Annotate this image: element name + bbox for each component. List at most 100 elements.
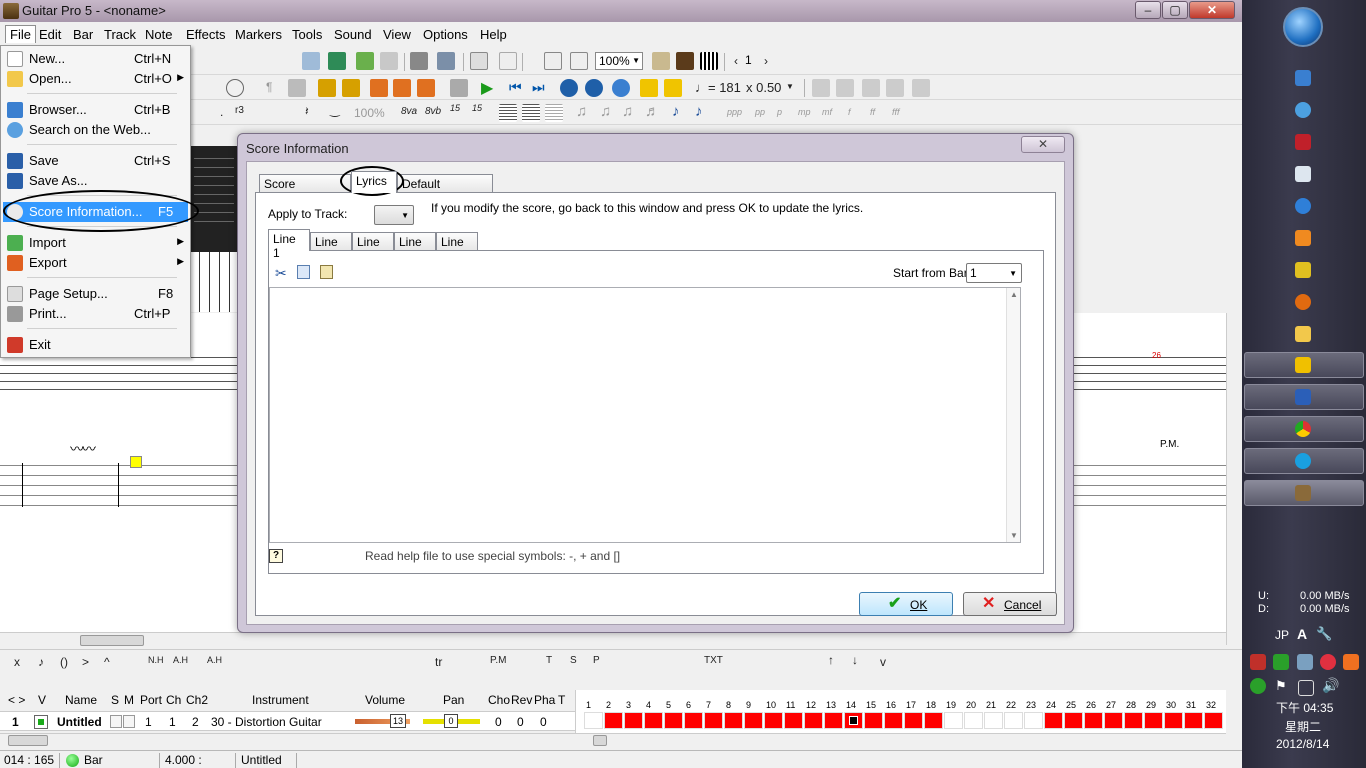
bar-cell[interactable]: [1004, 712, 1023, 729]
folder-icon[interactable]: [1295, 326, 1311, 342]
tray-check-icon[interactable]: [1273, 654, 1289, 670]
tray-tool-icon[interactable]: [1297, 654, 1313, 670]
network-icon[interactable]: [1298, 680, 1314, 696]
gear-icon[interactable]: [437, 52, 455, 70]
bar-cell[interactable]: [1204, 712, 1223, 729]
clock-date[interactable]: 2012/8/14: [1276, 737, 1329, 751]
flag-icon[interactable]: [370, 79, 388, 97]
bar-cell[interactable]: [704, 712, 723, 729]
bar-cell[interactable]: [864, 712, 883, 729]
paw-icon[interactable]: [560, 79, 578, 97]
bar-cell[interactable]: [924, 712, 943, 729]
ime-indicator[interactable]: JP: [1275, 628, 1289, 642]
piano-keys[interactable]: [190, 252, 238, 312]
tapped-harmonic-icon[interactable]: A.H: [207, 655, 222, 665]
score-horizontal-scrollbar[interactable]: [0, 632, 1226, 648]
dynamic-ppp-icon[interactable]: ppp: [727, 107, 742, 117]
cut-icon[interactable]: ✂: [275, 265, 287, 282]
table-row[interactable]: 1 Untitled 1 1 2 30 - Distortion Guitar …: [0, 711, 575, 731]
bar-cell[interactable]: [1164, 712, 1183, 729]
mute-toggle[interactable]: [123, 715, 135, 728]
tab-line-5[interactable]: Line 5: [436, 232, 478, 263]
bar-cell[interactable]: [1084, 712, 1103, 729]
tab-line-3[interactable]: Line 3: [352, 232, 394, 263]
lyrics-scrollbar[interactable]: ▲ ▼: [1006, 288, 1020, 542]
bar-cell[interactable]: [884, 712, 903, 729]
speed-trainer-icon[interactable]: [640, 79, 658, 97]
chord-icon[interactable]: [812, 79, 830, 97]
scroll-thumb[interactable]: [8, 735, 48, 746]
zynga-icon[interactable]: [1295, 134, 1311, 150]
pinned-tool-icon[interactable]: [1295, 262, 1311, 278]
ok-button[interactable]: ✔ OK: [859, 592, 953, 616]
menu-item-search-web[interactable]: Search on the Web...: [3, 120, 188, 140]
start-button[interactable]: [1283, 7, 1323, 47]
menu-item-browser[interactable]: Browser... Ctrl+B: [3, 100, 188, 120]
tie-icon[interactable]: ‿: [330, 103, 340, 117]
pop-icon[interactable]: P: [593, 655, 600, 666]
menu-item-page-setup[interactable]: Page Setup... F8: [3, 284, 188, 304]
ottava-down-icon[interactable]: 8vb: [425, 106, 441, 117]
bar-cell[interactable]: [1124, 712, 1143, 729]
copy-icon[interactable]: [297, 265, 310, 279]
menu-sound[interactable]: Sound: [330, 26, 376, 43]
firefox-icon[interactable]: [1295, 294, 1311, 310]
rest-icon[interactable]: 𝄽: [305, 104, 309, 119]
lock-icon[interactable]: [288, 79, 306, 97]
volume-value[interactable]: 13: [390, 714, 406, 728]
repeat-icon[interactable]: [912, 79, 930, 97]
track-channel2[interactable]: 2: [192, 715, 199, 729]
phaser-value[interactable]: 0: [540, 715, 547, 729]
speed-value[interactable]: x 0.50: [746, 80, 781, 95]
bar-cell[interactable]: [584, 712, 603, 729]
dynamic-mf-icon[interactable]: mf: [822, 107, 832, 117]
grace-note-icon[interactable]: ♪: [38, 655, 44, 669]
staff-off-icon[interactable]: [545, 104, 563, 122]
bar-cell[interactable]: [824, 712, 843, 729]
dynamic-pp-icon[interactable]: pp: [755, 107, 765, 117]
bar-cell[interactable]: [664, 712, 683, 729]
loop-icon[interactable]: [612, 79, 630, 97]
tab-line-4[interactable]: Line 4: [394, 232, 436, 263]
menu-effects[interactable]: Effects: [182, 26, 230, 43]
bar-cell[interactable]: [944, 712, 963, 729]
arrow-up-icon[interactable]: ↑: [828, 653, 834, 667]
metronome-icon[interactable]: [450, 79, 468, 97]
quindicesima-icon[interactable]: 15: [450, 103, 460, 113]
flag-next-icon[interactable]: [393, 79, 411, 97]
quindicesima-bassa-icon[interactable]: 15: [472, 103, 482, 113]
menu-options[interactable]: Options: [419, 26, 472, 43]
menu-item-print[interactable]: Print... Ctrl+P: [3, 304, 188, 324]
bars-horizontal-scrollbar[interactable]: [575, 733, 1226, 747]
artificial-harmonic-icon[interactable]: A.H: [173, 655, 188, 665]
expand-tracks-icon[interactable]: < >: [8, 693, 25, 707]
skip-back-icon[interactable]: ⏮: [509, 79, 522, 96]
tab-line-2[interactable]: Line 2: [310, 232, 352, 263]
add-bar-icon[interactable]: [356, 52, 374, 70]
wrench-icon[interactable]: 🔧: [1316, 626, 1332, 642]
bar-cell[interactable]: [984, 712, 1003, 729]
instrument-icon[interactable]: [652, 52, 670, 70]
action-center-flag-icon[interactable]: ⚑: [1275, 678, 1287, 694]
scissors-icon[interactable]: [410, 52, 428, 70]
stem-auto-icon[interactable]: ♪: [672, 103, 680, 120]
minimize-button[interactable]: –: [1135, 1, 1161, 19]
menu-edit[interactable]: Edit: [35, 26, 65, 43]
solo-toggle[interactable]: [110, 715, 122, 728]
help-icon[interactable]: ?: [269, 549, 283, 563]
beam-break-icon[interactable]: ♫: [622, 103, 633, 120]
score-vertical-scrollbar[interactable]: [1226, 313, 1242, 645]
pilcrow-icon[interactable]: ¶: [266, 80, 272, 94]
visible-checkbox[interactable]: [34, 715, 48, 729]
palm-mute-icon[interactable]: P.M: [490, 655, 507, 666]
menu-note[interactable]: Note: [141, 26, 176, 43]
bar-cell[interactable]: [724, 712, 743, 729]
reverb-value[interactable]: 0: [517, 715, 524, 729]
menu-item-export[interactable]: Export ▶: [3, 253, 188, 273]
dynamic-p-icon[interactable]: p: [777, 107, 782, 117]
tray-network-icon[interactable]: [1320, 654, 1336, 670]
velocity-value[interactable]: 100%: [354, 106, 385, 120]
tray-speaker-icon[interactable]: [1343, 654, 1359, 670]
chorus-value[interactable]: 0: [495, 715, 502, 729]
text-icon[interactable]: TXT: [704, 655, 723, 666]
